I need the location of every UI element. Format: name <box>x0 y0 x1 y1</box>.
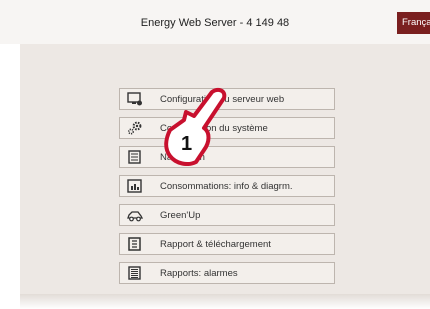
menu-item-greenup[interactable]: Green'Up <box>119 204 335 226</box>
book-icon <box>128 150 141 164</box>
menu-item-consumption[interactable]: Consommations: info & diagrm. <box>119 175 335 197</box>
chart-icon <box>127 179 142 193</box>
report-download-icon <box>128 237 141 251</box>
header-bar: Energy Web Server - 4 149 48 <box>0 0 430 44</box>
menu-item-web-server-config[interactable]: Configuration du serveur web <box>119 88 335 110</box>
menu-item-label: Rapports: alarmes <box>160 268 238 279</box>
menu-item-alarm-reports[interactable]: Rapports: alarmes <box>119 262 335 284</box>
menu-item-label: Configuration du serveur web <box>160 94 285 105</box>
gears-icon <box>127 121 142 135</box>
main-menu: Configuration du serveur web Configurati… <box>119 88 335 291</box>
language-button[interactable]: Français <box>397 12 430 34</box>
menu-item-report-download[interactable]: Rapport & téléchargement <box>119 233 335 255</box>
menu-item-label: Rapport & téléchargement <box>160 239 271 250</box>
menu-item-label: Consommations: info & diagrm. <box>160 181 293 192</box>
menu-item-system-config[interactable]: Configuration du système <box>119 117 335 139</box>
menu-item-label: Navigation <box>160 152 205 163</box>
car-icon <box>127 211 143 222</box>
menu-item-label: Configuration du système <box>160 123 268 134</box>
page-title: Energy Web Server - 4 149 48 <box>140 17 290 29</box>
panel-bottom-shade <box>20 294 430 309</box>
monitor-settings-icon <box>127 92 142 106</box>
menu-item-label: Green'Up <box>160 210 201 221</box>
alarm-report-icon <box>128 266 141 280</box>
menu-item-navigation[interactable]: Navigation <box>119 146 335 168</box>
